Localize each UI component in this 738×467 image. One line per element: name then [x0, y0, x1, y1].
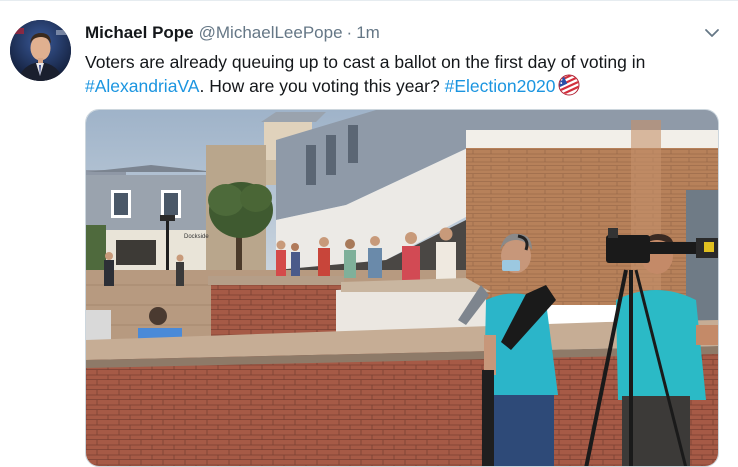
user-handle[interactable]: @MichaelLeePope [199, 23, 343, 43]
chevron-down-icon[interactable] [702, 23, 722, 43]
avatar-portrait [10, 20, 71, 81]
polling-line-photo: Dockside [86, 110, 718, 466]
us-flag-ballot-emoji-icon [555, 72, 582, 96]
avatar[interactable] [10, 20, 71, 81]
hashtag-alexandriava[interactable]: #AlexandriaVA [85, 76, 199, 96]
tweet-text-line1: Voters are already queuing up to cast a … [85, 52, 646, 72]
tweet-card[interactable]: Michael Pope @MichaelLeePope · 1m Voters… [0, 0, 738, 467]
display-name[interactable]: Michael Pope [85, 23, 194, 43]
separator-dot: · [346, 23, 353, 42]
tweet-header: Michael Pope @MichaelLeePope · 1m [85, 23, 380, 45]
timestamp[interactable]: 1m [356, 23, 380, 43]
tweet-text-middle: . How are you voting this year? [199, 76, 445, 96]
hashtag-election2020[interactable]: #Election2020 [445, 76, 556, 96]
tweet-text: Voters are already queuing up to cast a … [85, 50, 725, 98]
storefront-sign: Dockside [184, 234, 209, 240]
tweet-photo[interactable]: Dockside [85, 109, 719, 467]
